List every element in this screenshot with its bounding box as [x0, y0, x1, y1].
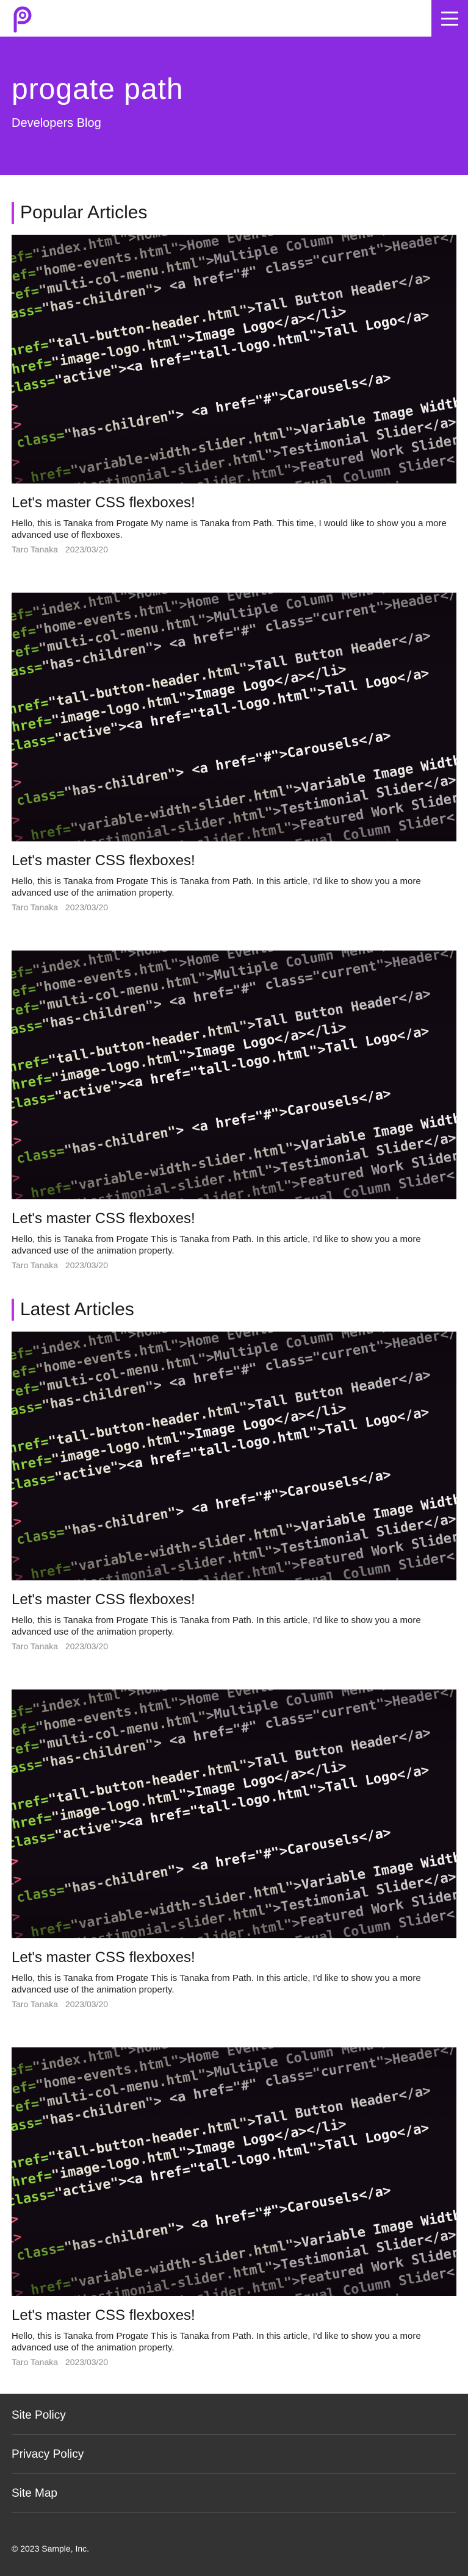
- image-shading: [12, 951, 456, 1199]
- article-author: Taro Tanaka: [12, 902, 59, 912]
- article-meta: Taro Tanaka 2023/03/20: [12, 1641, 456, 1652]
- article-meta: Taro Tanaka 2023/03/20: [12, 902, 456, 913]
- article-title[interactable]: Let's master CSS flexboxes!: [12, 2307, 456, 2325]
- article-card[interactable]: <li> href="index.html">Home</a></li><li>…: [12, 593, 456, 913]
- article-card[interactable]: <li> href="index.html">Home</a></li><li>…: [12, 2047, 456, 2367]
- article-date: 2023/03/20: [65, 544, 108, 554]
- article-title[interactable]: Let's master CSS flexboxes!: [12, 494, 456, 512]
- article-author: Taro Tanaka: [12, 2357, 59, 2367]
- site-header: [0, 0, 468, 37]
- article-card[interactable]: <li> href="index.html">Home</a></li><li>…: [12, 951, 456, 1271]
- article-title[interactable]: Let's master CSS flexboxes!: [12, 852, 456, 870]
- footer-link-site-policy[interactable]: Site Policy: [12, 2405, 456, 2435]
- footer-link-privacy-policy[interactable]: Privacy Policy: [12, 2435, 456, 2474]
- article-excerpt: Hello, this is Tanaka from Progate This …: [12, 1234, 421, 1256]
- code-screenshot-image[interactable]: <li> href="index.html">Home</a></li><li>…: [12, 1689, 456, 1938]
- article-meta: Taro Tanaka 2023/03/20: [12, 1260, 456, 1271]
- article-card[interactable]: <li> href="index.html">Home</a></li><li>…: [12, 1332, 456, 1652]
- code-screenshot-image[interactable]: <li> href="index.html">Home</a></li><li>…: [12, 593, 456, 841]
- footer-link-site-map[interactable]: Site Map: [12, 2474, 456, 2513]
- article-title[interactable]: Let's master CSS flexboxes!: [12, 1949, 456, 1967]
- code-screenshot-image[interactable]: <li> href="index.html">Home</a></li><li>…: [12, 235, 456, 483]
- copyright-text: © 2023 Sample, Inc.: [12, 2544, 90, 2553]
- article-author: Taro Tanaka: [12, 1999, 59, 2009]
- article-title[interactable]: Let's master CSS flexboxes!: [12, 1591, 456, 1609]
- article-card[interactable]: <li> href="index.html">Home</a></li><li>…: [12, 235, 456, 555]
- menu-bar-icon: [441, 18, 458, 20]
- progate-p-logo-icon[interactable]: [10, 3, 35, 34]
- image-shading: [12, 1689, 456, 1938]
- hamburger-menu-button[interactable]: [431, 0, 468, 37]
- article-excerpt: Hello, this is Tanaka from Progate This …: [12, 1973, 421, 1995]
- menu-bar-icon: [441, 12, 458, 13]
- article-date: 2023/03/20: [65, 1999, 108, 2009]
- article-excerpt: Hello, this is Tanaka from Progate This …: [12, 876, 421, 898]
- article-author: Taro Tanaka: [12, 1260, 59, 1270]
- article-meta: Taro Tanaka 2023/03/20: [12, 1999, 456, 2010]
- footer-nav: Site Policy Privacy Policy Site Map: [12, 2394, 456, 2513]
- popular-articles-section: Popular Articles <li> href="index.html">…: [0, 202, 468, 1271]
- article-title[interactable]: Let's master CSS flexboxes!: [12, 1210, 456, 1228]
- article-date: 2023/03/20: [65, 1260, 108, 1270]
- image-shading: [12, 1332, 456, 1580]
- image-shading: [12, 235, 456, 483]
- site-footer: Site Policy Privacy Policy Site Map © 20…: [0, 2394, 468, 2576]
- section-title-latest: Latest Articles: [12, 1299, 456, 1321]
- image-shading: [12, 593, 456, 841]
- code-screenshot-image[interactable]: <li> href="index.html">Home</a></li><li>…: [12, 2047, 456, 2296]
- code-screenshot-image[interactable]: <li> href="index.html">Home</a></li><li>…: [12, 951, 456, 1199]
- article-meta: Taro Tanaka 2023/03/20: [12, 544, 456, 555]
- code-screenshot-image[interactable]: <li> href="index.html">Home</a></li><li>…: [12, 1332, 456, 1580]
- site-title: progate path: [12, 73, 184, 105]
- article-date: 2023/03/20: [65, 902, 108, 912]
- site-subtitle: Developers Blog: [12, 116, 101, 130]
- article-excerpt: Hello, this is Tanaka from Progate This …: [12, 2331, 421, 2353]
- image-shading: [12, 2047, 456, 2296]
- article-author: Taro Tanaka: [12, 1641, 59, 1651]
- hero-banner: progate path Developers Blog: [0, 37, 468, 175]
- latest-articles-section: Latest Articles <li> href="index.html">H…: [0, 1299, 468, 2367]
- article-card[interactable]: <li> href="index.html">Home</a></li><li>…: [12, 1689, 456, 2010]
- article-meta: Taro Tanaka 2023/03/20: [12, 2357, 456, 2367]
- section-title-popular: Popular Articles: [12, 202, 456, 224]
- menu-bar-icon: [441, 24, 458, 26]
- article-excerpt: Hello, this is Tanaka from Progate This …: [12, 1615, 421, 1637]
- article-date: 2023/03/20: [65, 2357, 108, 2367]
- article-excerpt: Hello, this is Tanaka from Progate My na…: [12, 518, 447, 540]
- article-date: 2023/03/20: [65, 1641, 108, 1651]
- article-author: Taro Tanaka: [12, 544, 59, 554]
